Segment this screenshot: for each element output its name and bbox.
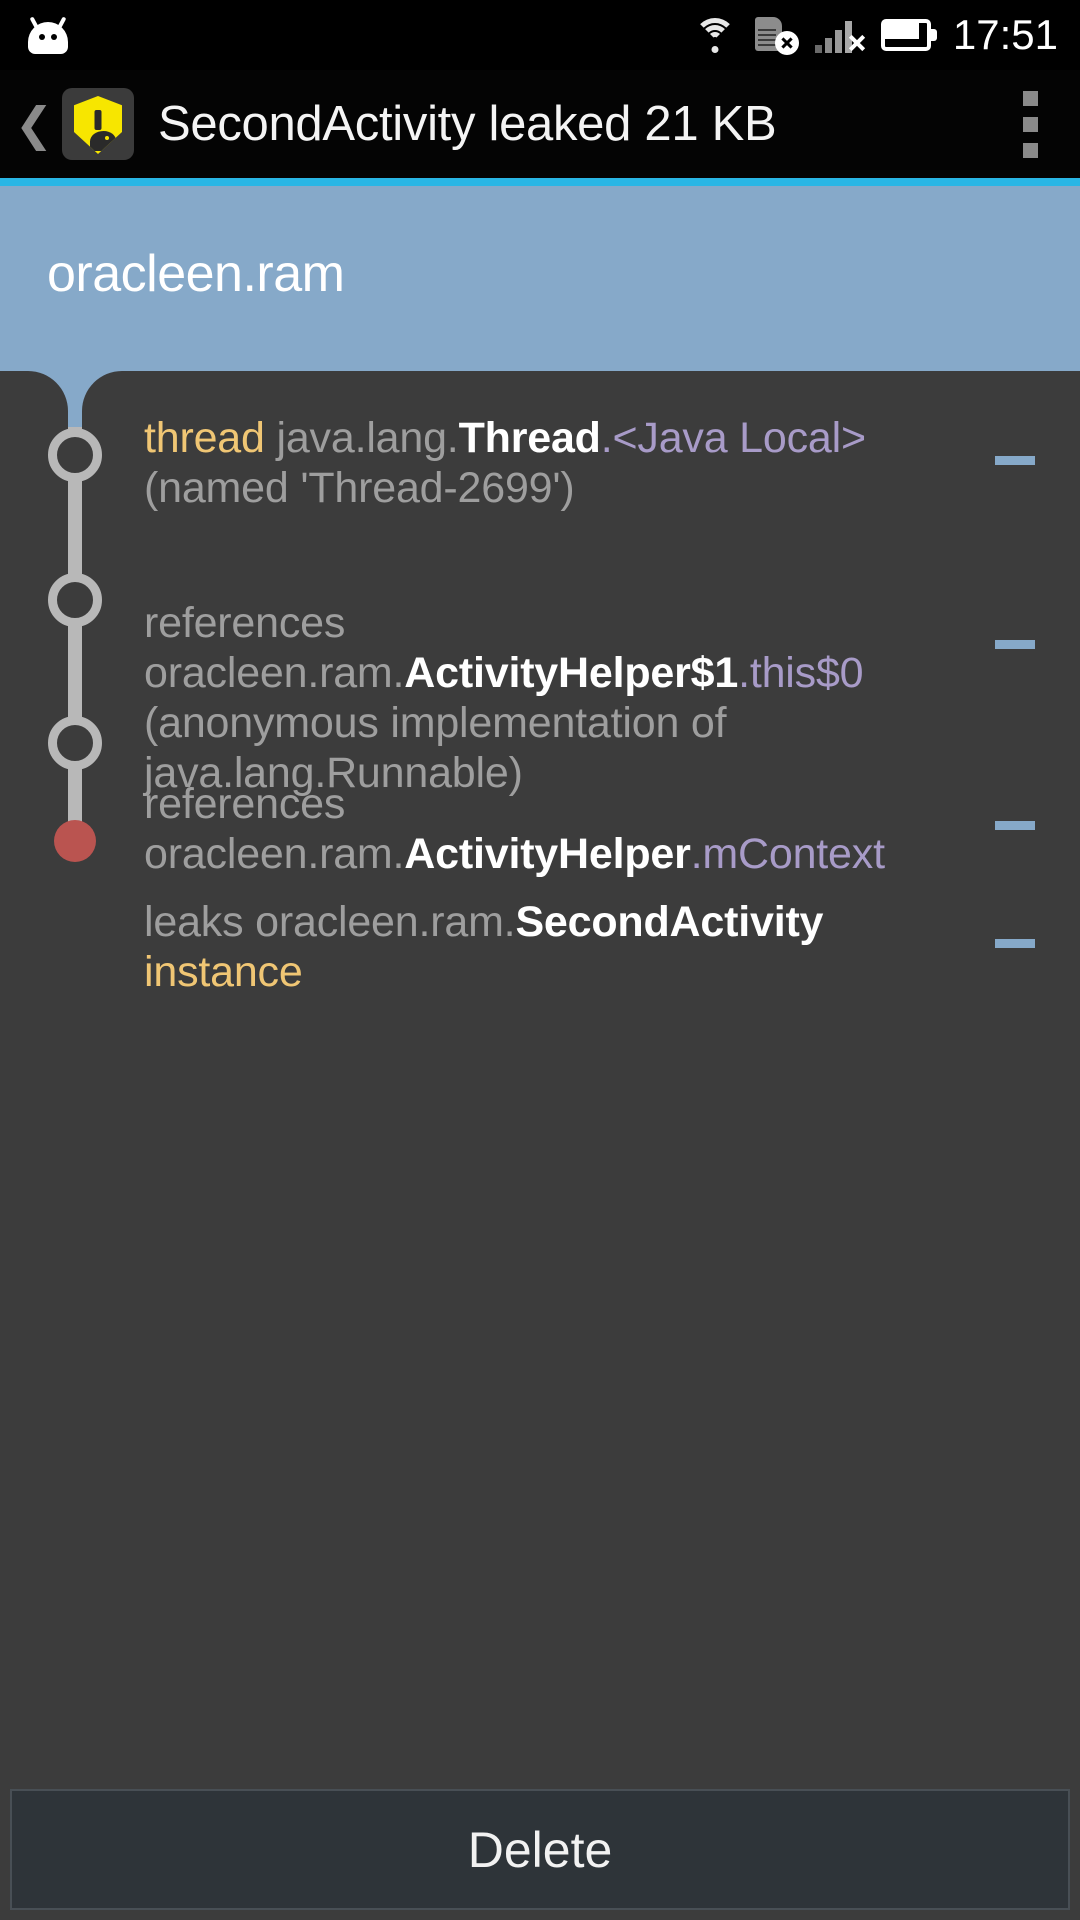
leak-trace-row[interactable]: references oracleen.ram.ActivityHelper$1… bbox=[144, 598, 1080, 798]
status-bar-left bbox=[0, 16, 74, 54]
leak-trace-row-text: thread java.lang.Thread.<Java Local> (na… bbox=[144, 413, 904, 513]
overflow-dot bbox=[1022, 90, 1038, 106]
row-segment: oracleen.ram. bbox=[255, 898, 516, 946]
overflow-dot bbox=[1022, 116, 1038, 132]
row-segment: (named 'Thread-2699') bbox=[144, 464, 575, 512]
leak-trace-row-text: references oracleen.ram.ActivityHelper$1… bbox=[144, 598, 904, 798]
package-header[interactable]: oracleen.ram bbox=[0, 186, 1080, 371]
row-segment: leaks bbox=[144, 898, 256, 946]
overflow-dot bbox=[1022, 142, 1038, 158]
timeline-node-leak bbox=[54, 820, 96, 862]
timeline-node bbox=[48, 716, 102, 770]
row-segment: Thread bbox=[458, 414, 601, 462]
row-expander-icon[interactable] bbox=[995, 939, 1035, 948]
android-robot-icon bbox=[22, 16, 74, 54]
row-segment: thread bbox=[144, 414, 277, 462]
status-bar: 17:51 bbox=[0, 0, 1080, 70]
row-segment: ActivityHelper$1 bbox=[404, 649, 739, 697]
row-segment: references bbox=[144, 599, 346, 647]
row-segment: (anonymous implementation of bbox=[144, 699, 727, 747]
header-notch-left bbox=[0, 371, 68, 417]
row-segment: .<Java Local> bbox=[600, 414, 866, 462]
leak-trace-row-text: leaks oracleen.ram.SecondActivity instan… bbox=[144, 897, 904, 997]
row-segment: ActivityHelper bbox=[404, 830, 691, 878]
leak-trace-list: thread java.lang.Thread.<Java Local> (na… bbox=[0, 371, 1080, 1774]
row-segment: .mContext bbox=[690, 830, 885, 878]
row-expander-icon[interactable] bbox=[995, 456, 1035, 465]
package-name: oracleen.ram bbox=[47, 245, 345, 303]
leakcanary-shield-icon bbox=[62, 88, 134, 160]
battery-full-icon bbox=[880, 19, 937, 51]
row-expander-icon[interactable] bbox=[995, 821, 1035, 830]
row-expander-icon[interactable] bbox=[995, 640, 1035, 649]
timeline-node bbox=[48, 428, 102, 482]
leak-trace-row[interactable]: references oracleen.ram.ActivityHelper.m… bbox=[144, 779, 1080, 879]
sim-card-disabled-icon bbox=[753, 15, 799, 55]
row-segment: oracleen.ram. bbox=[144, 830, 405, 878]
header-notch-right bbox=[82, 371, 1080, 417]
row-segment: SecondActivity bbox=[515, 898, 824, 946]
row-segment: references bbox=[144, 780, 346, 828]
delete-button[interactable]: Delete bbox=[10, 1789, 1070, 1910]
wifi-icon bbox=[693, 16, 737, 54]
accent-divider bbox=[0, 178, 1080, 186]
row-segment: java.lang. bbox=[276, 414, 459, 462]
row-segment: instance bbox=[144, 948, 303, 996]
leak-trace-row[interactable]: thread java.lang.Thread.<Java Local> (na… bbox=[144, 413, 1080, 513]
leak-trace-row-leak[interactable]: leaks oracleen.ram.SecondActivity instan… bbox=[144, 897, 1080, 997]
row-segment: .this$0 bbox=[738, 649, 864, 697]
overflow-menu-button[interactable] bbox=[994, 70, 1080, 178]
status-bar-right: 17:51 bbox=[693, 14, 1080, 56]
back-button[interactable]: ❮ bbox=[0, 70, 58, 178]
timeline-connector bbox=[68, 371, 82, 427]
app-bar: ❮ SecondActivity leaked 21 KB bbox=[0, 70, 1080, 178]
timeline-node bbox=[48, 573, 102, 627]
page-title: SecondActivity leaked 21 KB bbox=[158, 97, 777, 151]
signal-bars-disabled-icon bbox=[814, 15, 865, 55]
status-bar-clock: 17:51 bbox=[952, 11, 1058, 58]
row-segment: oracleen.ram. bbox=[144, 649, 405, 697]
leak-trace-row-text: references oracleen.ram.ActivityHelper.m… bbox=[144, 779, 904, 879]
